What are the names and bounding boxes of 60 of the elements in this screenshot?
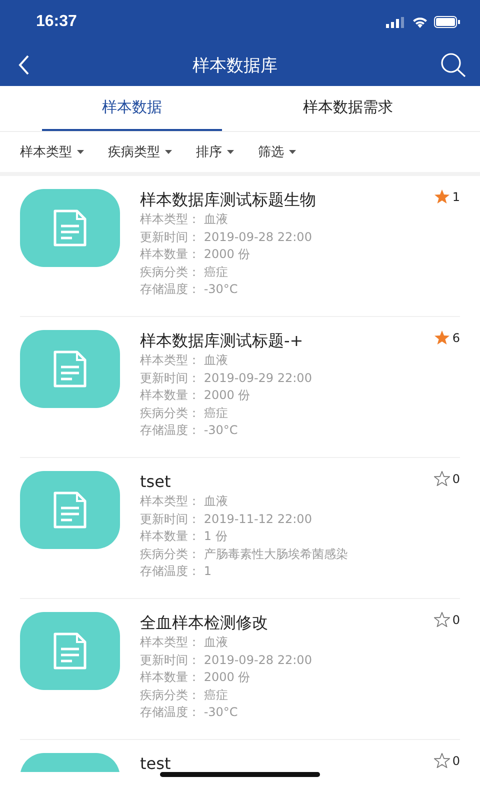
list-item[interactable]: 样本数据库测试标题生物 1 样本类型： 血液 更新时间： 2019-09-28 22:00 样本数量： 2000 份 疾病分类： 癌症 存储温度： -30°C bbox=[20, 176, 460, 317]
detail-line: 样本数量： 1 份 bbox=[140, 528, 228, 546]
item-title: test bbox=[140, 753, 171, 772]
star-icon[interactable] bbox=[434, 612, 450, 627]
search-icon[interactable] bbox=[440, 53, 466, 77]
star-icon[interactable] bbox=[434, 189, 450, 204]
item-title: 样本数据库测试标题生物 bbox=[140, 189, 316, 211]
item-title: tset bbox=[140, 471, 171, 493]
detail-line: 疾病分类： 癌症 bbox=[140, 404, 229, 422]
detail-line: 更新时间： 2019-11-12 22:00 bbox=[140, 510, 313, 528]
detail-line: 疾病分类： 癌症 bbox=[140, 264, 229, 281]
star-count: 0 bbox=[452, 472, 460, 486]
star-count: 1 bbox=[452, 190, 460, 204]
star-count: 6 bbox=[452, 330, 460, 344]
detail-line: 存储温度： -30°C bbox=[140, 422, 239, 440]
filter-dropdown[interactable]: 筛选 bbox=[258, 143, 296, 161]
detail-line: 样本类型： 血液 bbox=[140, 634, 229, 651]
list-item[interactable]: 全血样本检测修改 0 样本类型： 血液 更新时间： 2019-09-28 22:00 样本数量： 2000 份 疾病分类： 癌症 存储温度： -30°C bbox=[20, 599, 460, 740]
detail-line: 样本数量： 2000 份 bbox=[140, 669, 252, 686]
tab[interactable]: 样本数据 bbox=[42, 86, 222, 131]
detail-line: 样本数量： 2000 份 bbox=[140, 246, 252, 264]
list-item[interactable]: tset 0 样本类型： 血液 更新时间： 2019-11-12 22:00 样本数量： 1 份 疾病分类： 产肠毒素性大肠埃希菌感染 存储温度： 1 bbox=[20, 458, 460, 599]
caret-icon bbox=[289, 150, 296, 154]
star-icon[interactable] bbox=[434, 753, 450, 768]
detail-line: 存储温度： -30°C bbox=[140, 704, 239, 722]
detail-line: 更新时间： 2019-09-29 22:00 bbox=[140, 370, 313, 387]
detail-line: 更新时间： 2019-09-28 22:00 bbox=[140, 652, 313, 669]
detail-line: 样本类型： 血液 bbox=[140, 493, 229, 510]
signal-icon bbox=[386, 16, 406, 28]
document-icon bbox=[53, 632, 87, 670]
back-icon[interactable] bbox=[18, 55, 30, 75]
detail-line: 样本类型： 血液 bbox=[140, 211, 229, 228]
battery-icon bbox=[434, 16, 460, 28]
star-icon[interactable] bbox=[434, 471, 450, 486]
tab[interactable]: 样本数据需求 bbox=[258, 86, 438, 131]
detail-line: 样本类型： 血液 bbox=[140, 352, 229, 369]
filter-dropdown[interactable]: 排序 bbox=[196, 143, 234, 161]
detail-line: 存储温度： -30°C bbox=[140, 281, 239, 298]
page-title: 样本数据库 bbox=[192, 54, 278, 76]
detail-line: 更新时间： 2019-09-28 22:00 bbox=[140, 228, 313, 246]
star-icon[interactable] bbox=[434, 330, 450, 345]
status-time: 16:37 bbox=[36, 13, 77, 31]
item-title: 全血样本检测修改 bbox=[140, 612, 268, 634]
document-icon bbox=[53, 491, 87, 529]
caret-icon bbox=[227, 150, 234, 154]
caret-icon bbox=[165, 150, 172, 154]
detail-line: 疾病分类： 产肠毒素性大肠埃希菌感染 bbox=[140, 546, 349, 563]
filter-dropdown[interactable]: 疾病类型 bbox=[108, 143, 172, 161]
star-count: 0 bbox=[452, 612, 460, 626]
item-title: 样本数据库测试标题-+ bbox=[140, 330, 304, 352]
star-count: 0 bbox=[452, 754, 460, 768]
filter-dropdown[interactable]: 样本类型 bbox=[20, 143, 84, 161]
list-item[interactable]: 样本数据库测试标题-+ 6 样本类型： 血液 更新时间： 2019-09-29 22:00 样本数量： 2000 份 疾病分类： 癌症 存储温度： -30°C bbox=[20, 317, 460, 458]
caret-icon bbox=[77, 150, 84, 154]
wifi-icon bbox=[412, 16, 428, 28]
detail-line: 存储温度： 1 bbox=[140, 563, 212, 580]
document-icon bbox=[53, 209, 87, 247]
detail-line: 疾病分类： 癌症 bbox=[140, 686, 229, 704]
document-icon bbox=[53, 350, 87, 388]
detail-line: 样本数量： 2000 份 bbox=[140, 387, 252, 404]
